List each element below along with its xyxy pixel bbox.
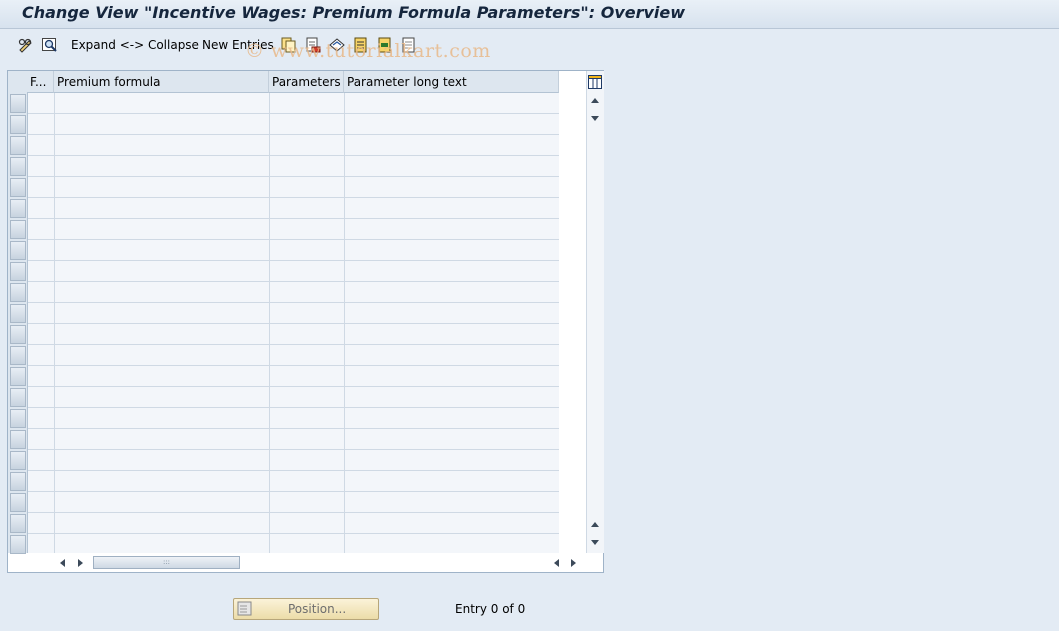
scroll-page-up-icon[interactable] bbox=[591, 522, 599, 527]
table-row[interactable] bbox=[28, 261, 559, 282]
table-row[interactable] bbox=[28, 303, 559, 324]
expand-collapse-button[interactable]: Expand <-> Collapse bbox=[71, 38, 199, 52]
table-row[interactable] bbox=[28, 114, 559, 135]
table-row[interactable] bbox=[28, 366, 559, 387]
row-selector[interactable] bbox=[10, 115, 26, 134]
table-row[interactable] bbox=[28, 513, 559, 534]
table-row[interactable] bbox=[28, 93, 559, 114]
row-selector[interactable] bbox=[10, 199, 26, 218]
position-button-label: Position... bbox=[288, 602, 347, 616]
watermark: © www.tutorialkart.com bbox=[245, 40, 491, 62]
table-row[interactable] bbox=[28, 534, 559, 555]
row-selector[interactable] bbox=[10, 304, 26, 323]
page-title: Change View "Incentive Wages: Premium Fo… bbox=[22, 3, 686, 22]
table-row[interactable] bbox=[28, 324, 559, 345]
table-row[interactable] bbox=[28, 135, 559, 156]
row-selector[interactable] bbox=[10, 241, 26, 260]
table-row[interactable] bbox=[28, 429, 559, 450]
title-bar: Change View "Incentive Wages: Premium Fo… bbox=[0, 0, 1059, 29]
horizontal-scroll-thumb[interactable]: ::: bbox=[93, 556, 240, 569]
row-selector[interactable] bbox=[10, 178, 26, 197]
row-selector[interactable] bbox=[10, 325, 26, 344]
row-selector[interactable] bbox=[10, 430, 26, 449]
table-row[interactable] bbox=[28, 198, 559, 219]
row-selector[interactable] bbox=[10, 283, 26, 302]
table-row[interactable] bbox=[28, 471, 559, 492]
table-row[interactable] bbox=[28, 177, 559, 198]
column-divider bbox=[54, 93, 55, 553]
column-header-parameters[interactable]: Parameters bbox=[269, 71, 344, 93]
table-row[interactable] bbox=[28, 156, 559, 177]
table-row[interactable] bbox=[28, 408, 559, 429]
position-button[interactable]: Position... bbox=[233, 598, 379, 620]
column-header-f[interactable]: F... bbox=[27, 71, 54, 93]
row-selector[interactable] bbox=[10, 514, 26, 533]
scroll-right-icon[interactable] bbox=[78, 559, 83, 567]
table-row[interactable] bbox=[28, 282, 559, 303]
column-header-parameter-long-text[interactable]: Parameter long text bbox=[344, 71, 559, 93]
scroll-up-icon[interactable] bbox=[591, 98, 599, 103]
position-icon bbox=[237, 601, 253, 620]
find-icon[interactable] bbox=[41, 36, 59, 54]
scroll-page-down-icon[interactable] bbox=[591, 116, 599, 121]
scroll-down-icon[interactable] bbox=[591, 540, 599, 545]
table-settings-icon[interactable] bbox=[587, 73, 603, 90]
table-row[interactable] bbox=[28, 219, 559, 240]
horizontal-scrollbar[interactable]: ::: bbox=[8, 553, 603, 572]
table-row[interactable] bbox=[28, 345, 559, 366]
row-selector[interactable] bbox=[10, 346, 26, 365]
table-control: F... Premium formula Parameters Paramete… bbox=[7, 70, 604, 573]
row-selector[interactable] bbox=[10, 472, 26, 491]
row-selector[interactable] bbox=[10, 367, 26, 386]
table-row[interactable] bbox=[28, 492, 559, 513]
row-selector[interactable] bbox=[10, 220, 26, 239]
scroll-left-end-icon[interactable] bbox=[554, 559, 559, 567]
vertical-scrollbar[interactable] bbox=[586, 71, 604, 553]
row-selector[interactable] bbox=[10, 493, 26, 512]
row-selector[interactable] bbox=[10, 262, 26, 281]
table-row[interactable] bbox=[28, 240, 559, 261]
edit-glasses-icon[interactable] bbox=[17, 36, 35, 54]
entry-count: Entry 0 of 0 bbox=[455, 602, 526, 616]
column-header-premium-formula[interactable]: Premium formula bbox=[54, 71, 269, 93]
row-selector[interactable] bbox=[10, 157, 26, 176]
row-selector[interactable] bbox=[10, 136, 26, 155]
scroll-right-end-icon[interactable] bbox=[571, 559, 576, 567]
scroll-left-icon[interactable] bbox=[60, 559, 65, 567]
row-selector[interactable] bbox=[10, 94, 26, 113]
table-row[interactable] bbox=[28, 387, 559, 408]
row-selector[interactable] bbox=[10, 535, 26, 554]
column-divider bbox=[269, 93, 270, 553]
table-row[interactable] bbox=[28, 450, 559, 471]
row-selector[interactable] bbox=[10, 388, 26, 407]
row-selector[interactable] bbox=[10, 451, 26, 470]
column-divider bbox=[344, 93, 345, 553]
row-selector[interactable] bbox=[10, 409, 26, 428]
